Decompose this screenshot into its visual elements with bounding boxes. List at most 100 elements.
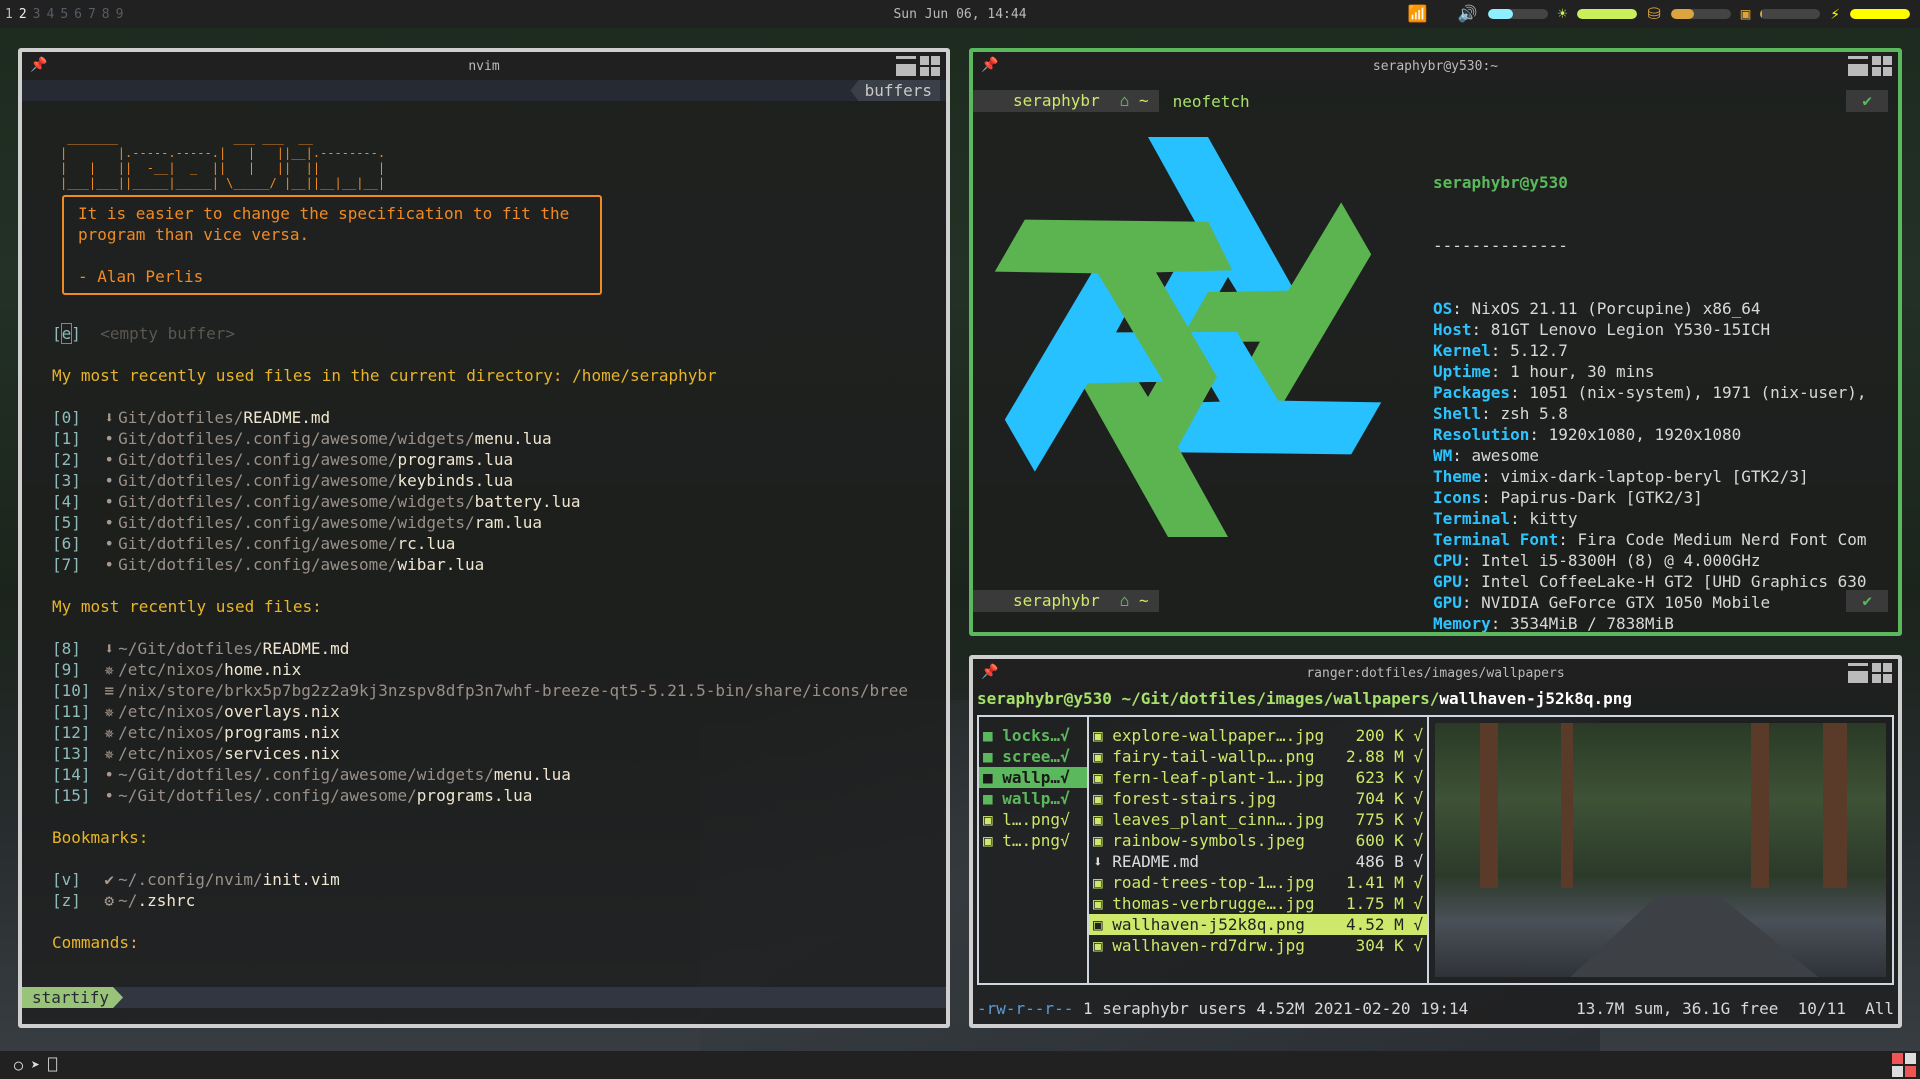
info-row: Theme: vimix-dark-laptop-beryl [GTK2/3] [1433,467,1809,486]
list-item[interactable]: [5] • Git/dotfiles/.config/awesome/widget… [52,512,946,533]
window-titlebar[interactable]: 📌 seraphybr@y530:~ [973,52,1898,80]
maximize-button[interactable] [1848,56,1868,76]
volume-icon[interactable]: 🔊 [1458,4,1478,24]
list-item[interactable]: [0] ⬇ Git/dotfiles/README.md [52,407,946,428]
tag-5[interactable]: 5 [60,7,68,22]
tag-1[interactable]: 1 [5,7,13,22]
current-directory-column: ▣ explore-wallpaper….jpg 200 K √ ▣ fairy-t… [1089,717,1429,983]
file-entry[interactable]: ▣ thomas-verbrugge….jpg 1.75 M √ [1089,893,1427,914]
nvim-window[interactable]: 📌 nvim buffers _______ ___ ___ __ | |.--… [18,48,950,1028]
list-item[interactable]: [7] • Git/dotfiles/.config/awesome/wibar.… [52,554,946,575]
list-item[interactable]: [12] ✵/etc/nixos/programs.nix [52,722,946,743]
parent-entry[interactable]: ■ wallp…√ [979,788,1087,809]
item-index: [13] [52,744,101,763]
ranger-window[interactable]: 📌 ranger:dotfiles/images/wallpapers sera… [969,655,1902,1028]
file-entry[interactable]: ▣ road-trees-top-1….jpg 1.41 M √ [1089,872,1427,893]
usb-icon[interactable]: ⎕ [48,1056,57,1074]
info-value: zsh 5.8 [1500,404,1568,423]
tag-6[interactable]: 6 [74,7,82,22]
pin-icon[interactable]: 📌 [981,57,998,73]
folder-icon: ■ [983,747,1003,766]
nvim-editor[interactable]: buffers _______ ___ ___ __ | |.-----.---… [22,80,946,1024]
item-path: /etc/nixos/ [118,702,225,721]
parent-entry[interactable]: ■ locks…√ [979,725,1087,746]
pin-icon[interactable]: 📌 [981,664,998,680]
buffers-tab[interactable]: buffers [850,80,940,101]
brightness-icon[interactable]: ☀ [1558,4,1568,24]
file-entry[interactable]: ▣ explore-wallpaper….jpg 200 K √ [1089,725,1427,746]
list-item[interactable]: [3] • Git/dotfiles/.config/awesome/keybin… [52,470,946,491]
file-entry[interactable]: ▣ fern-leaf-plant-1….jpg 623 K √ [1089,767,1427,788]
file-entry[interactable]: ▣ fairy-tail-wallp….png 2.88 M √ [1089,746,1427,767]
file-entry[interactable]: ▣ leaves_plant_cinn….jpg 775 K √ [1089,809,1427,830]
tag-4[interactable]: 4 [46,7,54,22]
list-item[interactable]: [6] • Git/dotfiles/.config/awesome/rc.lua [52,533,946,554]
list-item[interactable]: [10] ≡/nix/store/brkx5p7bg2z2a9kj3nzspv8… [52,680,946,701]
telegram-icon[interactable]: ➤ [31,1056,40,1074]
wifi-icon[interactable]: 📶 [1408,4,1428,24]
volume-bar[interactable] [1487,9,1548,19]
terminal[interactable]: seraphybr ⌂ ~ neofetch ✔ seraphybr@y530 … [973,80,1898,632]
file-name: explore-wallpaper….jpg [1112,726,1325,745]
folder-icon: ■ [983,726,1003,745]
markdown-icon: ⬇ [104,639,114,658]
file-name: road-trees-top-1….jpg [1112,873,1315,892]
list-item[interactable]: [4] • Git/dotfiles/.config/awesome/widget… [52,491,946,512]
entry-name: t….png√ [1002,831,1070,850]
parent-entry[interactable]: ▣ l….png√ [979,809,1087,830]
list-item[interactable]: [11] ✵/etc/nixos/overlays.nix [52,701,946,722]
list-item[interactable]: [9] ✵/etc/nixos/home.nix [52,659,946,680]
maximize-button[interactable] [896,56,916,76]
list-item[interactable]: [15] • ~/Git/dotfiles/.config/awesome/pro… [52,785,946,806]
nix-icon: ✵ [104,744,114,763]
file-size: 200 K √ [1355,726,1423,745]
file-entry[interactable]: ▣ wallhaven-j52k8q.png 4.52 M √ [1089,914,1427,935]
info-row: WM: awesome [1433,446,1539,465]
item-index: [0] [52,408,101,427]
list-item[interactable]: [1] • Git/dotfiles/.config/awesome/widget… [52,428,946,449]
tag-8[interactable]: 8 [102,7,110,22]
list-item[interactable]: [v] ✔ ~/.config/nvim/init.vim [52,869,946,890]
tag-7[interactable]: 7 [88,7,96,22]
list-item[interactable]: [13] ✵/etc/nixos/services.nix [52,743,946,764]
file-entry[interactable]: ⬇ README.md 486 B √ [1089,851,1427,872]
layout-button[interactable] [920,56,940,76]
tag-3[interactable]: 3 [33,7,41,22]
item-path: /etc/nixos/ [118,660,225,679]
parent-entry[interactable]: ■ wallp…√ [979,767,1087,788]
list-item[interactable]: [z] ⚙ ~/.zshrc [52,890,946,911]
layout-button[interactable] [1872,663,1892,683]
cpu-level [1760,9,1763,19]
list-item[interactable]: [14] • ~/Git/dotfiles/.config/awesome/wid… [52,764,946,785]
info-value: 1 hour, 30 mins [1510,362,1655,381]
file-entry[interactable]: ▣ rainbow-symbols.jpeg 600 K √ [1089,830,1427,851]
list-item[interactable]: [8] ⬇ ~/Git/dotfiles/README.md [52,638,946,659]
tag-2[interactable]: 2 [19,7,27,22]
file-entry[interactable]: ▣ wallhaven-rd7drw.jpg 304 K √ [1089,935,1427,956]
item-index: [5] [52,513,101,532]
info-key: Icons [1433,488,1482,507]
ranger-file-manager[interactable]: seraphybr@y530 ~/Git/dotfiles/images/wal… [973,687,1898,1024]
empty-buffer-entry[interactable]: [e] <empty buffer> [52,323,946,344]
file-entry[interactable]: ▣ forest-stairs.jpg 704 K √ [1089,788,1427,809]
window-titlebar[interactable]: 📌 nvim [22,52,946,80]
lightbulb-icon[interactable]: ○ [14,1056,23,1074]
gear-icon: ⚙ [104,891,114,910]
tag-9[interactable]: 9 [116,7,124,22]
maximize-button[interactable] [1848,663,1868,683]
file-size: 704 K √ [1355,789,1423,808]
item-filename: ram.lua [474,513,543,532]
window-titlebar[interactable]: 📌 ranger:dotfiles/images/wallpapers [973,659,1898,687]
tile-layout-icon[interactable] [1892,1053,1916,1077]
list-item[interactable]: [2] • Git/dotfiles/.config/awesome/progra… [52,449,946,470]
image-icon: ▣ [1093,873,1113,892]
parent-entry[interactable]: ▣ t….png√ [979,830,1087,851]
brightness-bar[interactable] [1577,9,1638,19]
dir-summary: 13.7M sum, 36.1G free 10/11 All [1576,999,1894,1018]
item-filename: services.nix [224,744,340,763]
parent-entry[interactable]: ■ scree…√ [979,746,1087,767]
bookmarks-list: [v] ✔ ~/.config/nvim/init.vim [z] ⚙ ~/.zshr… [52,869,946,911]
pin-icon[interactable]: 📌 [30,57,47,73]
kitty-neofetch-window[interactable]: 📌 seraphybr@y530:~ seraphybr ⌂ ~ neofetc… [969,48,1902,636]
layout-button[interactable] [1872,56,1892,76]
